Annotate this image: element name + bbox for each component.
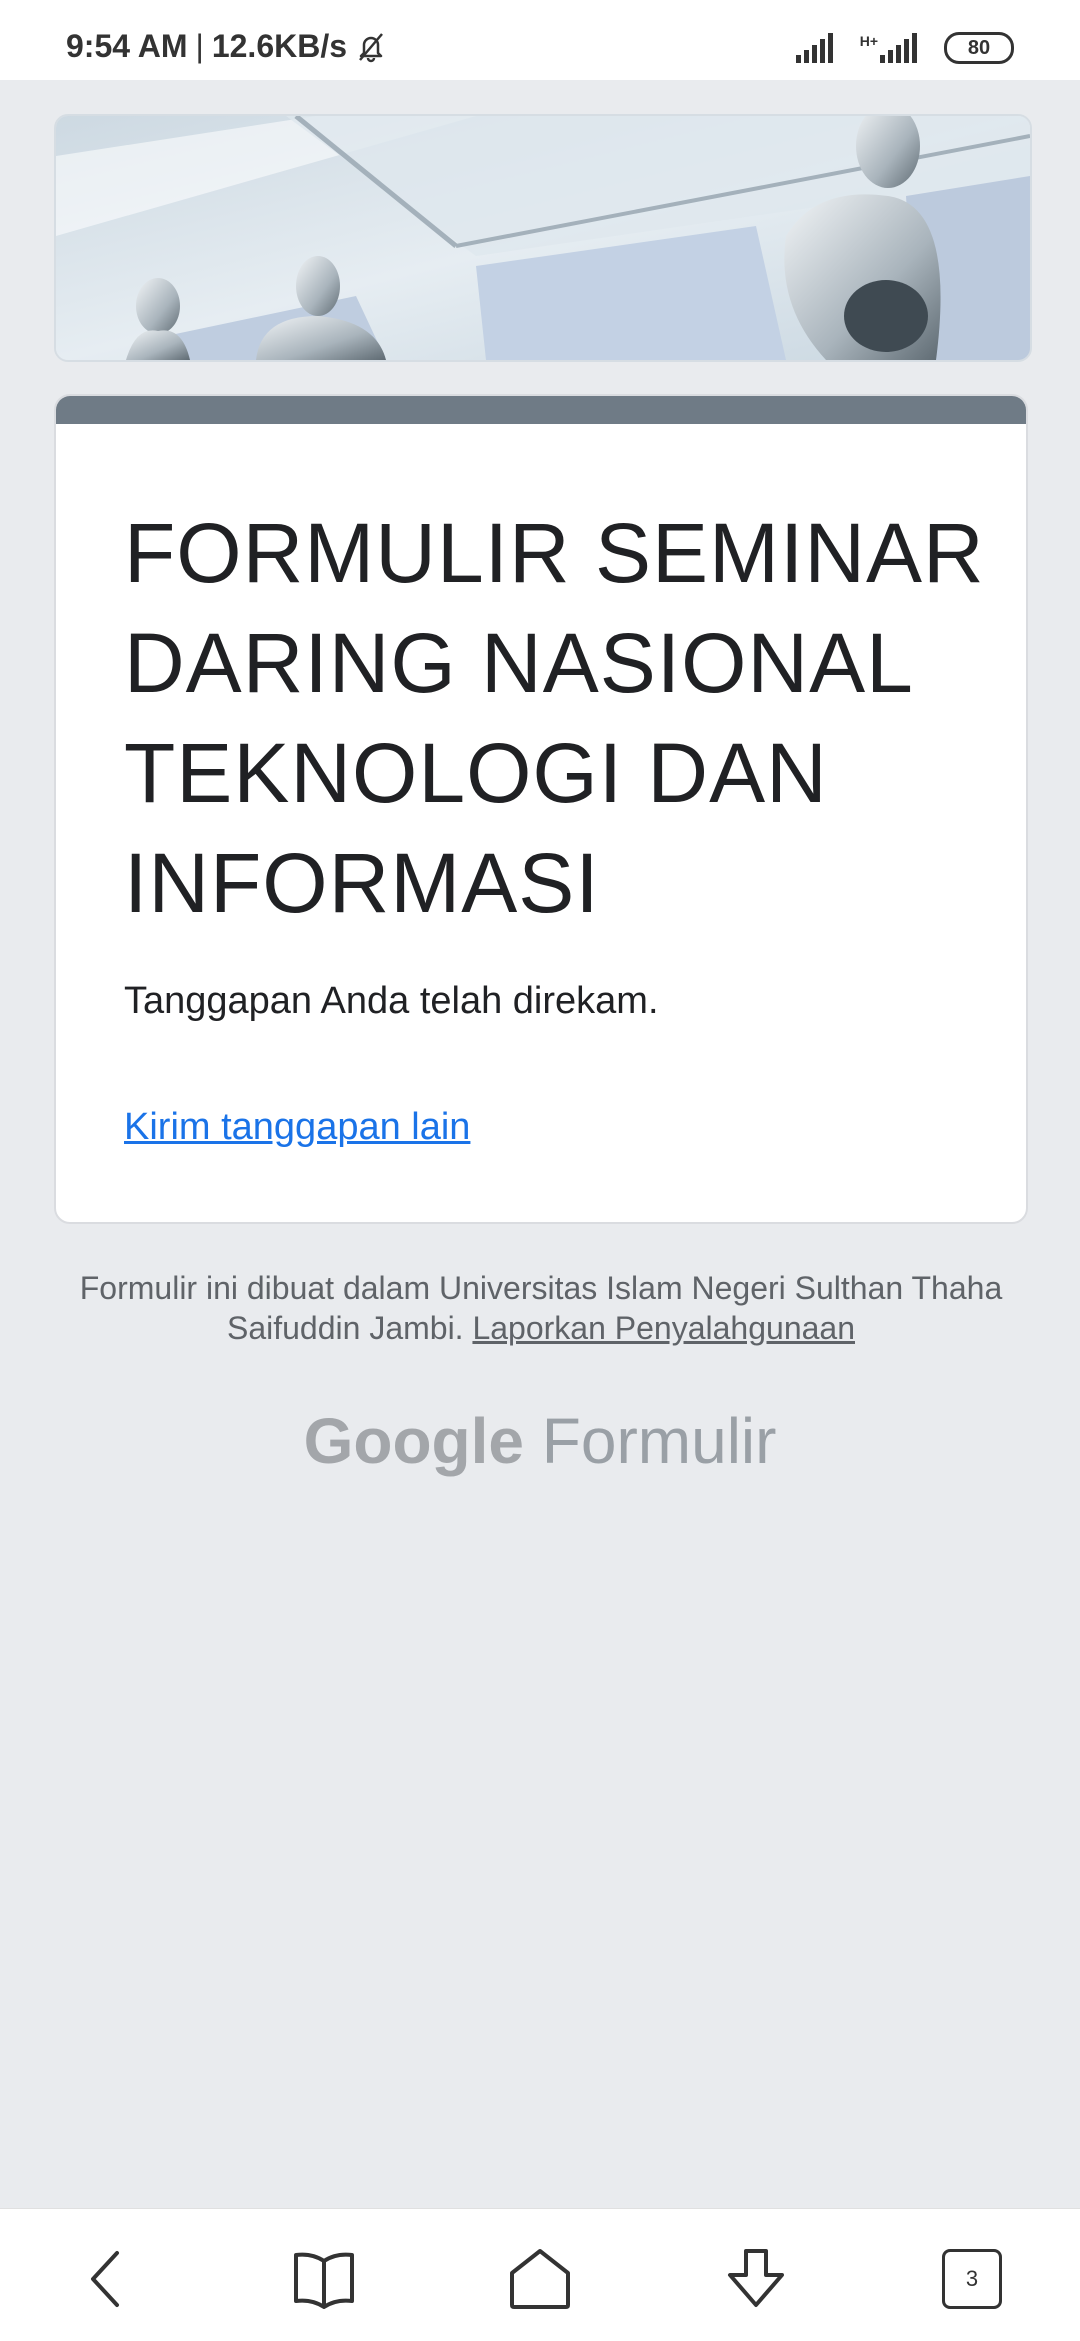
signal-hplus-icon: H+ <box>860 33 922 63</box>
confirmation-message: Tanggapan Anda telah direkam. <box>124 980 659 1022</box>
form-footer: Formulir ini dibuat dalam Universitas Is… <box>54 1268 1028 1348</box>
status-left: 9:54 AM | 12.6KB/s <box>66 28 387 65</box>
battery-level: 80 <box>967 36 991 59</box>
back-icon <box>81 2249 131 2309</box>
status-right: H+ 80 <box>795 32 1014 64</box>
download-button[interactable] <box>716 2239 796 2319</box>
tabs-icon: 3 <box>942 2249 1002 2309</box>
download-icon <box>724 2247 788 2311</box>
back-button[interactable] <box>66 2239 146 2319</box>
tabs-button[interactable]: 3 <box>932 2239 1012 2319</box>
status-time: 9:54 AM <box>66 28 188 64</box>
google-wordmark: Google <box>303 1405 524 1477</box>
card-accent-bar <box>56 396 1026 424</box>
signal-icon <box>795 33 838 63</box>
form-header-image <box>54 114 1032 362</box>
browser-nav-bar: 3 <box>0 2208 1080 2341</box>
form-confirmation-card: FORMULIR SEMINAR DARING NASIONAL TEKNOLO… <box>54 394 1028 1224</box>
tabs-count: 3 <box>965 2266 979 2291</box>
google-forms-logo: Google Formulir <box>0 1404 1080 1478</box>
status-bar: 9:54 AM | 12.6KB/s H+ 80 <box>0 0 1080 80</box>
forms-wordmark: Formulir <box>541 1405 777 1477</box>
home-button[interactable] <box>500 2239 580 2319</box>
battery-icon: 80 <box>944 32 1014 64</box>
home-icon <box>508 2247 572 2311</box>
report-abuse-link[interactable]: Laporkan Penyalahgunaan <box>472 1310 855 1346</box>
form-title: FORMULIR SEMINAR DARING NASIONAL TEKNOLO… <box>124 506 985 930</box>
bookmarks-button[interactable] <box>284 2239 364 2319</box>
status-separator: | <box>195 28 204 64</box>
network-speed: 12.6KB/s <box>211 28 348 64</box>
network-type: H+ <box>859 33 878 49</box>
bookmarks-icon <box>292 2249 356 2309</box>
muted-bell-icon <box>355 31 387 63</box>
submit-another-response-link[interactable]: Kirim tanggapan lain <box>124 1106 470 1149</box>
